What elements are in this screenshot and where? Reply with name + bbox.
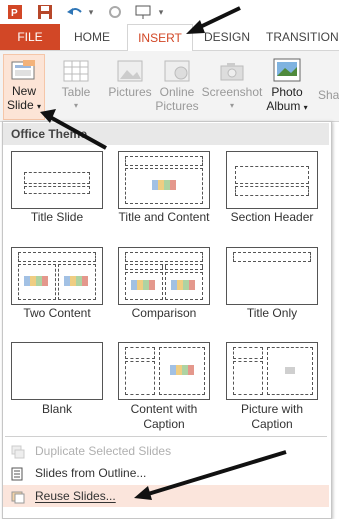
arrow-to-insert-tab bbox=[186, 6, 241, 34]
arrow-to-new-slide bbox=[40, 109, 107, 150]
annotation-arrows bbox=[40, 6, 287, 500]
arrow-to-reuse-slides bbox=[134, 450, 287, 500]
